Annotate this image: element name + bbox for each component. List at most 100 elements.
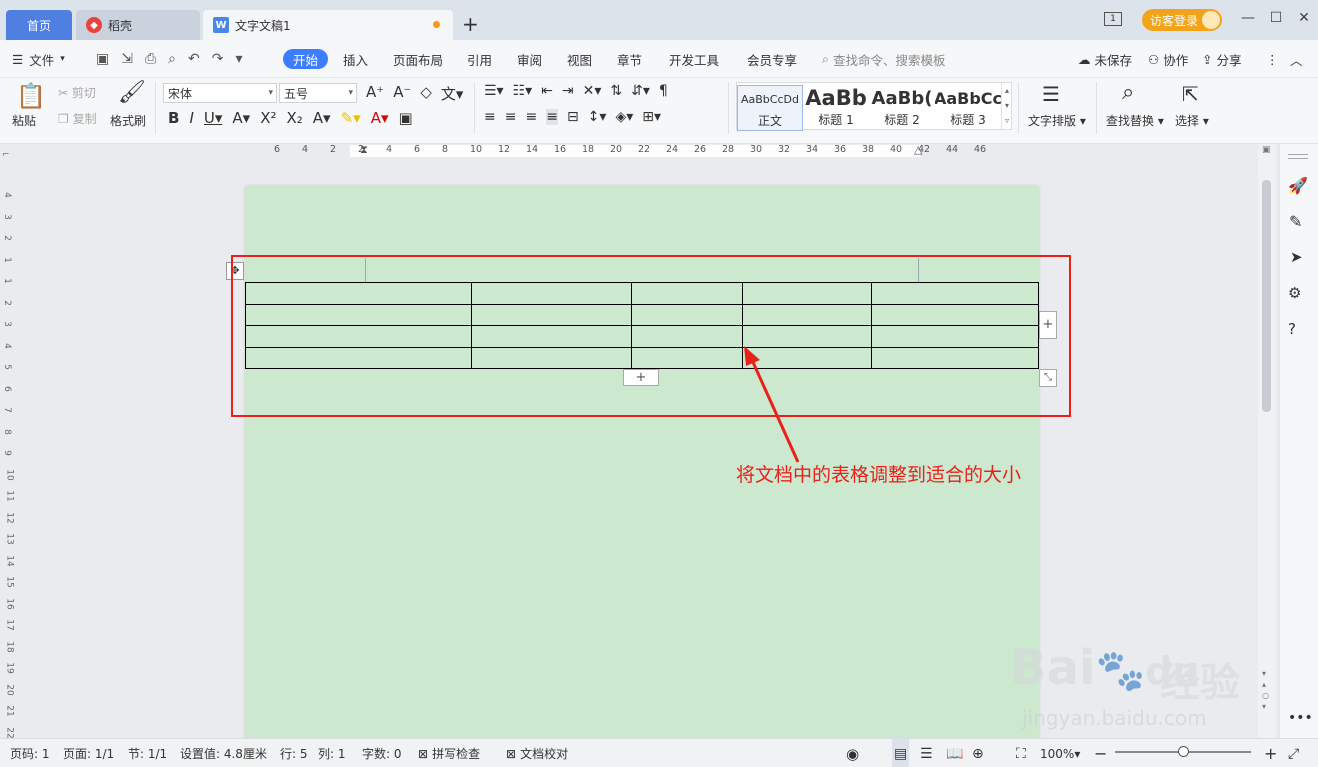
indent-marker-icon[interactable]: ⧗ [360, 143, 368, 157]
page-view-icon[interactable]: ▤ [892, 739, 910, 767]
menu-chapter[interactable]: 章节 [617, 40, 642, 78]
close-button[interactable]: ✕ [1294, 10, 1314, 26]
zoom-level[interactable]: 100% ▾ [1040, 739, 1080, 767]
web-view-icon[interactable]: ⊕ [972, 739, 984, 767]
subscript-icon[interactable]: X₂ [286, 109, 302, 127]
menu-start[interactable]: 开始 [283, 49, 329, 69]
print-preview-icon[interactable]: ⌕ [168, 51, 176, 67]
more-menu-icon[interactable]: ⋮ [1266, 40, 1279, 78]
status-pages[interactable]: 页面: 1/1 [63, 739, 114, 767]
shading-icon[interactable]: ◈▾ [615, 109, 633, 125]
borders-icon[interactable]: ⊞▾ [642, 109, 661, 125]
text-layout-button[interactable]: 文字排版 ▾ [1028, 112, 1086, 129]
fit-page-icon[interactable]: ⛶ [1016, 739, 1026, 767]
zoom-in-button[interactable]: + [1264, 739, 1277, 767]
menu-insert[interactable]: 插入 [343, 40, 368, 78]
italic-icon[interactable]: I [189, 109, 193, 127]
style-gallery-scroll[interactable]: ▴ ▾ ▿ [1001, 83, 1012, 129]
clear-format-icon[interactable]: ◇ [420, 83, 432, 104]
chinese-layout-icon[interactable]: ✕▾ [583, 83, 602, 99]
distribute-icon[interactable]: ⊟ [567, 109, 579, 125]
menu-member[interactable]: 会员专享 [747, 40, 797, 78]
menu-references[interactable]: 引用 [467, 40, 492, 78]
status-row[interactable]: 行: 5 [280, 739, 308, 767]
style-normal[interactable]: AaBbCcDd 正文 [737, 85, 803, 131]
share-button[interactable]: ⇪ 分享 [1202, 40, 1242, 78]
spell-check-button[interactable]: ⊠ 拼写检查 [418, 739, 480, 767]
outline-view-icon[interactable]: ☰ [920, 739, 933, 767]
format-painter-button[interactable]: 格式刷 [110, 112, 146, 129]
cursor-icon[interactable]: ➤ [1290, 248, 1303, 266]
grow-font-icon[interactable]: A⁺ [366, 83, 384, 104]
scrollbar-thumb[interactable] [1262, 180, 1271, 412]
new-tab-button[interactable]: + [462, 12, 479, 36]
find-replace-button[interactable]: 查找替换 ▾ [1106, 112, 1164, 129]
superscript-icon[interactable]: X² [260, 109, 276, 127]
highlight-icon[interactable]: ✎▾ [341, 109, 361, 127]
help-icon[interactable]: ? [1288, 320, 1296, 338]
increase-indent-icon[interactable]: ⇥ [562, 83, 574, 99]
save-icon[interactable]: ▣ [96, 51, 109, 67]
minimize-button[interactable]: — [1238, 10, 1258, 26]
font-size-select[interactable]: 五号 [279, 83, 357, 103]
status-page-num[interactable]: 页码: 1 [10, 739, 50, 767]
reading-view-icon[interactable]: 📖 [946, 739, 963, 767]
status-setting[interactable]: 设置值: 4.8厘米 [180, 739, 267, 767]
command-search[interactable]: ⌕ 查找命令、搜索模板 [822, 40, 946, 78]
sort-icon[interactable]: ⇵▾ [631, 83, 650, 99]
paste-icon[interactable]: 📋 [16, 82, 46, 110]
zoom-out-button[interactable]: − [1094, 739, 1107, 767]
login-button[interactable]: 访客登录 [1142, 9, 1222, 31]
rocket-icon[interactable]: 🚀 [1288, 176, 1308, 195]
select-button[interactable]: 选择 ▾ [1175, 112, 1209, 129]
select-pointer-icon[interactable]: ⇱ [1182, 82, 1199, 106]
zoom-slider-knob[interactable] [1178, 746, 1189, 757]
style-heading3[interactable]: AaBbCc 标题 3 [935, 85, 1001, 131]
menu-dev-tools[interactable]: 开发工具 [669, 40, 719, 78]
cut-button[interactable]: ✂ 剪切 [58, 84, 96, 101]
find-icon[interactable]: ⌕ [1122, 80, 1134, 105]
font-color-icon[interactable]: A▾ [371, 109, 389, 127]
vertical-ruler[interactable]: 4 3 2 1 1 2 3 4 5 6 7 8 9 10 11 12 13 14 15 16 17 18 19 20 21 22 [0, 156, 16, 738]
text-layout-icon[interactable]: ☰ [1042, 82, 1060, 106]
numbered-list-icon[interactable]: ☷▾ [513, 83, 533, 99]
char-border-icon[interactable]: ▣ [398, 109, 412, 127]
align-center-icon[interactable]: ≡ [505, 109, 517, 125]
menu-review[interactable]: 审阅 [517, 40, 542, 78]
right-indent-marker-icon[interactable]: △ [914, 143, 922, 156]
status-words[interactable]: 字数: 0 [362, 739, 402, 767]
style-heading2[interactable]: AaBb(标题 2 [869, 85, 935, 131]
font-family-select[interactable]: 宋体 [163, 83, 277, 103]
phonetic-icon[interactable]: 文▾ [441, 83, 464, 104]
print-icon[interactable]: ⎙ [145, 51, 156, 67]
scroll-top-icon[interactable]: ▣ [1262, 145, 1271, 155]
status-section[interactable]: 节: 1/1 [128, 739, 167, 767]
show-marks-icon[interactable]: ¶ [659, 83, 668, 99]
bold-icon[interactable]: B [168, 109, 179, 127]
window-layout-icon[interactable]: 1 [1104, 12, 1122, 26]
customize-icon[interactable]: ▾ [235, 51, 242, 67]
tab-home[interactable]: 首页 [6, 10, 72, 40]
text-effect-icon[interactable]: A▾ [313, 109, 331, 127]
decrease-indent-icon[interactable]: ⇤ [541, 83, 553, 99]
shrink-font-icon[interactable]: A⁻ [393, 83, 411, 104]
align-left-icon[interactable]: ≡ [484, 109, 496, 125]
collab-button[interactable]: ⚇ 协作 [1148, 40, 1188, 78]
settings-sliders-icon[interactable]: ⚙ [1288, 284, 1301, 302]
menu-page-layout[interactable]: 页面布局 [393, 40, 443, 78]
copy-button[interactable]: ❐ 复制 [58, 110, 97, 127]
eye-protection-icon[interactable]: ◉ [846, 739, 859, 767]
proofread-button[interactable]: ⊠ 文档校对 [506, 739, 568, 767]
redo-icon[interactable]: ↷ [212, 51, 224, 67]
justify-icon[interactable]: ≡ [546, 109, 558, 125]
bullet-list-icon[interactable]: ☰▾ [484, 83, 504, 99]
file-menu[interactable]: ☰ 文件 ▾ [12, 40, 65, 78]
fullscreen-icon[interactable]: ⤢ [1288, 739, 1299, 767]
paste-button[interactable]: 粘贴 [12, 112, 36, 129]
underline-icon[interactable]: U▾ [204, 109, 223, 127]
line-spacing-icon[interactable]: ↕▾ [588, 109, 607, 125]
maximize-button[interactable]: ☐ [1266, 10, 1286, 26]
undo-icon[interactable]: ↶ [188, 51, 200, 67]
tab-daoke[interactable]: ◆ 稻壳 [76, 10, 200, 40]
status-col[interactable]: 列: 1 [318, 739, 346, 767]
